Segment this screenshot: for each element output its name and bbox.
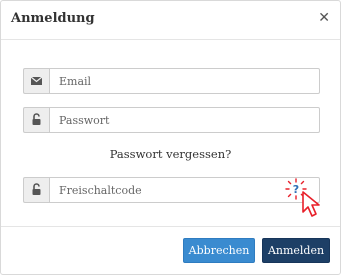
svg-text:?: ?	[293, 183, 299, 196]
unlock-code-input-group	[23, 177, 320, 203]
login-dialog: Anmeldung ✕ Passwort vergessen?	[0, 0, 341, 275]
mouse-cursor-icon	[302, 191, 320, 217]
login-button[interactable]: Anmelden	[262, 238, 330, 263]
email-input-group	[23, 68, 320, 94]
forgot-password-link[interactable]: Passwort vergessen?	[1, 147, 340, 161]
footer-divider	[1, 226, 340, 227]
unlock-icon	[32, 183, 41, 195]
email-addon	[23, 68, 49, 94]
dialog-header: Anmeldung ✕	[1, 1, 340, 40]
envelope-icon	[30, 76, 43, 85]
email-field[interactable]	[49, 68, 320, 94]
password-input-group	[23, 107, 320, 133]
dialog-title: Anmeldung	[11, 11, 95, 26]
cancel-button[interactable]: Abbrechen	[183, 238, 255, 263]
close-icon[interactable]: ✕	[318, 11, 330, 25]
unlock-code-addon	[23, 177, 49, 203]
unlock-code-field[interactable]	[49, 177, 320, 203]
password-field[interactable]	[49, 107, 320, 133]
unlock-icon	[32, 113, 41, 125]
password-addon	[23, 107, 49, 133]
